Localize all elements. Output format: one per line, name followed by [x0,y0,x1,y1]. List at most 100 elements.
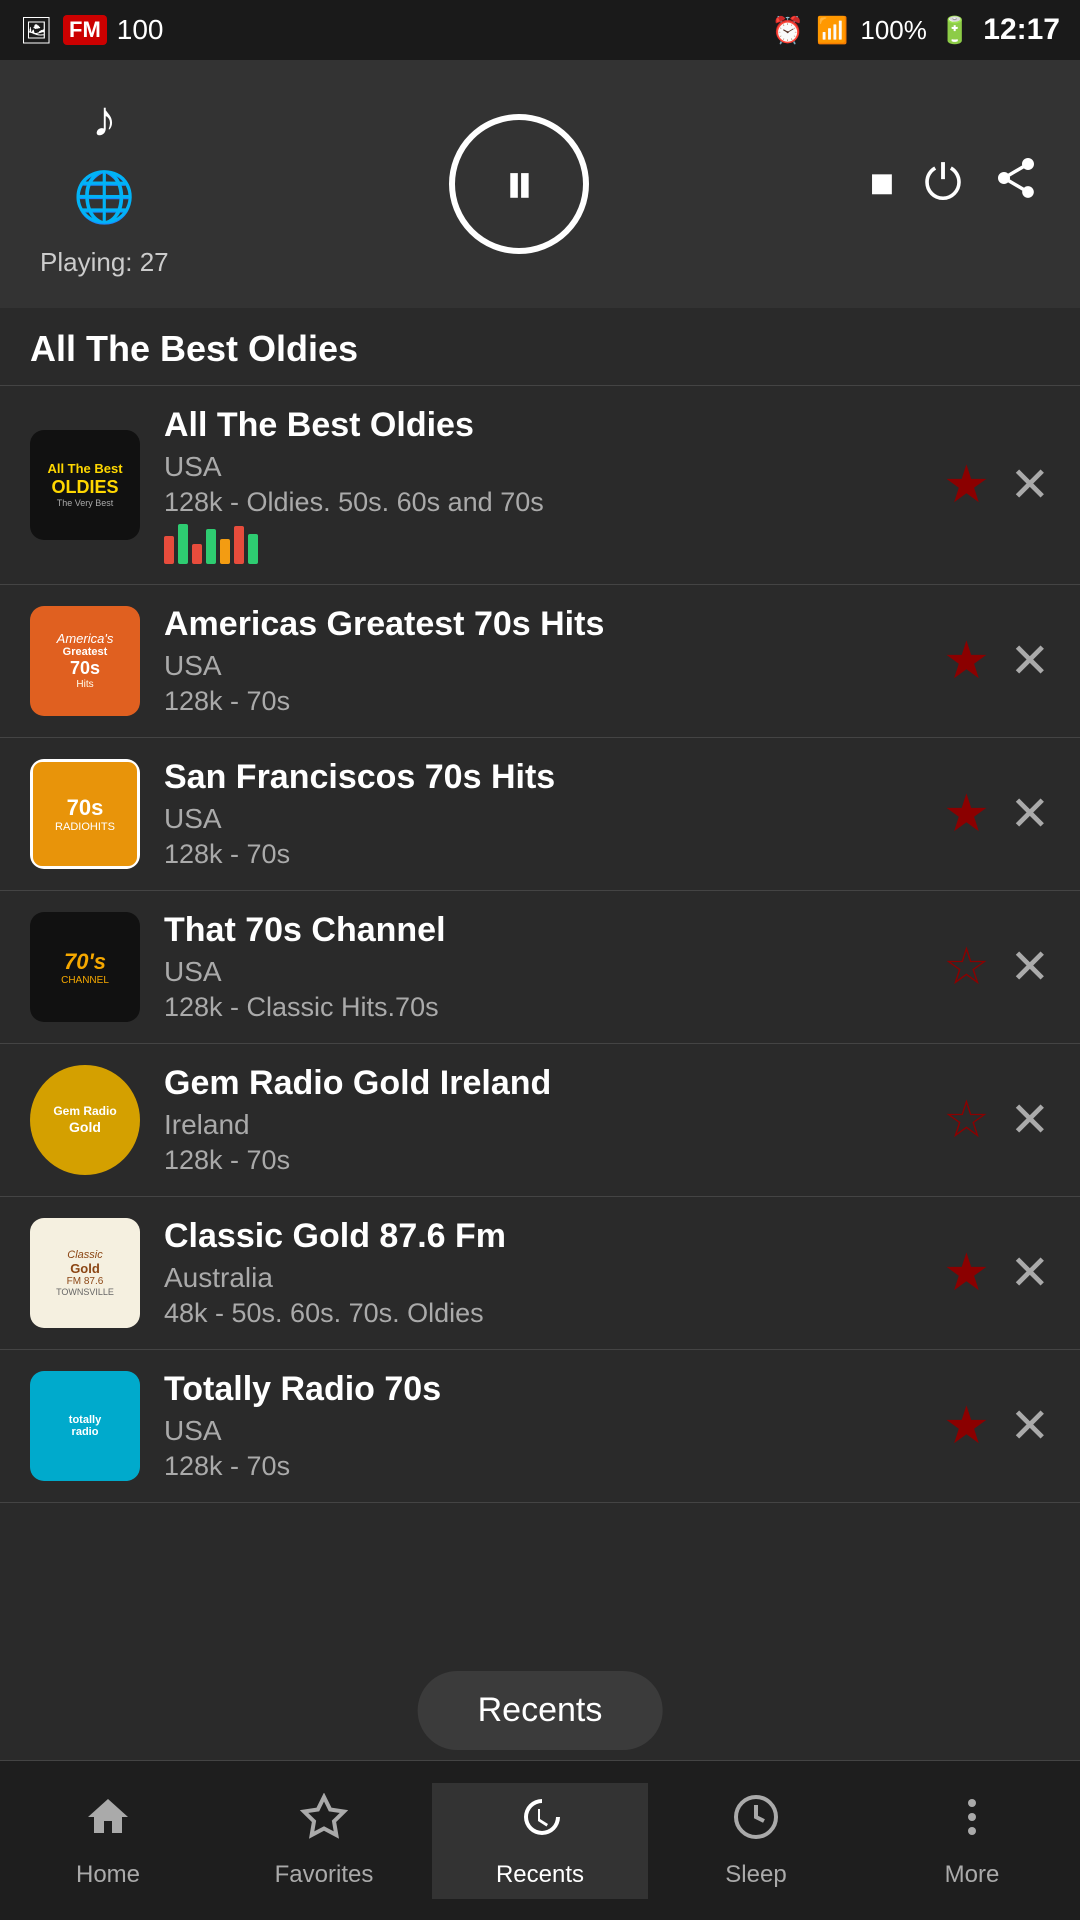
radio-name: That 70s Channel [164,911,943,950]
clock-icon [732,1793,780,1853]
radio-bitrate: 128k - 70s [164,686,943,717]
radio-actions: ★ ✕ [943,455,1050,515]
status-left: 🖼 FM 100 [20,14,164,46]
app-icon: FM [63,15,107,45]
radio-info: Gem Radio Gold Ireland Ireland 128k - 70… [164,1064,943,1176]
radio-country: Australia [164,1262,943,1294]
nav-item-favorites[interactable]: Favorites [216,1783,432,1899]
music-note-icon[interactable]: ♪ [92,90,117,148]
radio-logo: totally radio [30,1371,140,1481]
radio-bitrate: 128k - 70s [164,839,943,870]
battery-icon: 🔋 [939,15,971,46]
radio-country: USA [164,956,943,988]
radio-item[interactable]: Gem Radio Gold Gem Radio Gold Ireland Ir… [0,1044,1080,1197]
photo-icon: 🖼 [20,15,53,46]
radio-country: USA [164,451,943,483]
radio-name: Gem Radio Gold Ireland [164,1064,943,1103]
radio-bitrate: 128k - Oldies. 50s. 60s and 70s [164,487,943,518]
radio-logo: 70's CHANNEL [30,912,140,1022]
remove-button[interactable]: ✕ [1010,457,1050,513]
section-title: All The Best Oldies [0,308,1080,385]
radio-info: Americas Greatest 70s Hits USA 128k - 70… [164,605,943,717]
radio-list: All The Best OLDIES The Very Best All Th… [0,386,1080,1503]
radio-item[interactable]: totally radio Totally Radio 70s USA 128k… [0,1350,1080,1503]
stop-icon[interactable]: ⏹ [870,156,894,212]
radio-logo: All The Best OLDIES The Very Best [30,430,140,540]
remove-button[interactable]: ✕ [1010,633,1050,689]
radio-name: All The Best Oldies [164,406,943,445]
nav-item-recents[interactable]: Recents [432,1783,648,1899]
radio-name: Classic Gold 87.6 Fm [164,1217,943,1256]
radio-country: USA [164,650,943,682]
radio-item[interactable]: 70's CHANNEL That 70s Channel USA 128k -… [0,891,1080,1044]
radio-logo: 70s RADIOHITS [30,759,140,869]
radio-name: San Franciscos 70s Hits [164,758,943,797]
radio-info: That 70s Channel USA 128k - Classic Hits… [164,911,943,1023]
radio-bitrate: 128k - 70s [164,1145,943,1176]
playing-text: Playing: 27 [40,247,169,278]
radio-name: Totally Radio 70s [164,1370,943,1409]
radio-country: Ireland [164,1109,943,1141]
globe-icon[interactable]: 🌐 [73,168,135,227]
favorite-button[interactable]: ★ [943,1243,990,1303]
radio-logo: Classic Gold FM 87.6 TOWNSVILLE [30,1218,140,1328]
radio-logo: America's Greatest 70s Hits [30,606,140,716]
alarm-icon: ⏰ [772,15,804,46]
battery-percent: 100% [860,15,927,46]
remove-button[interactable]: ✕ [1010,939,1050,995]
nav-label-favorites: Favorites [275,1861,374,1889]
radio-item[interactable]: All The Best OLDIES The Very Best All Th… [0,386,1080,585]
radio-info: All The Best Oldies USA 128k - Oldies. 5… [164,406,943,564]
more-icon [948,1793,996,1853]
status-number: 100 [117,14,164,46]
favorite-button[interactable]: ☆ [943,937,990,997]
home-icon [84,1793,132,1853]
radio-name: Americas Greatest 70s Hits [164,605,943,644]
pause-icon: ⏸ [504,149,534,219]
nav-label-more: More [945,1861,1000,1889]
status-right: ⏰ 📶 100% 🔋 12:17 [772,13,1060,47]
radio-actions: ☆ ✕ [943,1090,1050,1150]
radio-actions: ★ ✕ [943,1396,1050,1456]
remove-button[interactable]: ✕ [1010,1398,1050,1454]
favorite-button[interactable]: ★ [943,631,990,691]
recents-tooltip: Recents [418,1671,663,1750]
radio-actions: ★ ✕ [943,1243,1050,1303]
remove-button[interactable]: ✕ [1010,786,1050,842]
radio-info: Totally Radio 70s USA 128k - 70s [164,1370,943,1482]
radio-info: San Franciscos 70s Hits USA 128k - 70s [164,758,943,870]
player-right-controls: ⏹ ⏻ [870,154,1040,214]
favorite-button[interactable]: ★ [943,455,990,515]
radio-country: USA [164,1415,943,1447]
player-left-controls: ♪ 🌐 Playing: 27 [40,90,169,278]
recents-icon [516,1793,564,1853]
favorite-button[interactable]: ★ [943,784,990,844]
power-icon[interactable]: ⏻ [924,156,962,212]
player-header: ♪ 🌐 Playing: 27 ⏸ ⏹ ⏻ [0,60,1080,308]
status-bar: 🖼 FM 100 ⏰ 📶 100% 🔋 12:17 [0,0,1080,60]
radio-bitrate: 128k - Classic Hits.70s [164,992,943,1023]
star-icon [300,1793,348,1853]
radio-bitrate: 48k - 50s. 60s. 70s. Oldies [164,1298,943,1329]
radio-item[interactable]: 70s RADIOHITS San Franciscos 70s Hits US… [0,738,1080,891]
share-icon[interactable] [992,154,1040,214]
radio-item[interactable]: Classic Gold FM 87.6 TOWNSVILLE Classic … [0,1197,1080,1350]
radio-country: USA [164,803,943,835]
nav-item-more[interactable]: More [864,1783,1080,1899]
remove-button[interactable]: ✕ [1010,1245,1050,1301]
nav-label-home: Home [76,1861,140,1889]
nav-label-sleep: Sleep [725,1861,786,1889]
status-time: 12:17 [983,13,1060,47]
pause-button[interactable]: ⏸ [449,114,589,254]
favorite-button[interactable]: ★ [943,1396,990,1456]
bottom-nav: Home Favorites Recents Sleep More [0,1760,1080,1920]
remove-button[interactable]: ✕ [1010,1092,1050,1148]
wifi-icon: 📶 [816,15,848,46]
radio-logo: Gem Radio Gold [30,1065,140,1175]
favorite-button[interactable]: ☆ [943,1090,990,1150]
radio-actions: ★ ✕ [943,784,1050,844]
nav-item-home[interactable]: Home [0,1783,216,1899]
nav-item-sleep[interactable]: Sleep [648,1783,864,1899]
radio-actions: ☆ ✕ [943,937,1050,997]
radio-item[interactable]: America's Greatest 70s Hits Americas Gre… [0,585,1080,738]
